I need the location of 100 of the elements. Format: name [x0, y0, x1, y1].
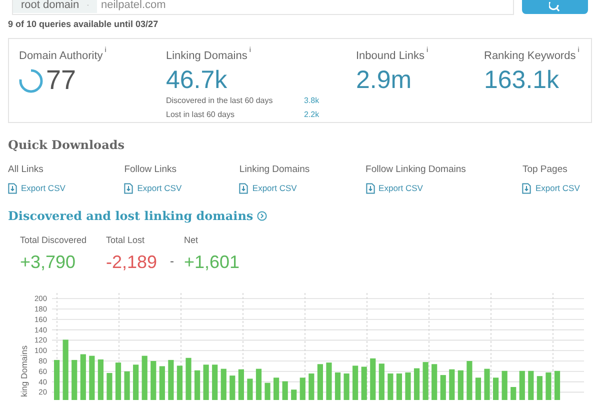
axis-title: king Domains — [19, 346, 29, 397]
export-csv-link[interactable]: Export CSV — [137, 182, 182, 194]
bar — [230, 376, 236, 400]
bar — [159, 366, 165, 400]
bar — [388, 373, 394, 400]
bar — [133, 364, 139, 400]
total-label: Net — [184, 234, 198, 246]
bar — [510, 387, 516, 400]
bar — [458, 370, 464, 400]
bar — [247, 378, 253, 400]
bar — [493, 378, 499, 400]
download-file-icon — [366, 182, 375, 194]
download-file-icon — [239, 182, 248, 194]
bar — [80, 354, 86, 400]
export-csv-link[interactable]: Export CSV — [535, 182, 580, 194]
bar — [194, 370, 200, 400]
bar — [502, 370, 508, 400]
bar — [150, 361, 156, 400]
metric-value: 2.9m — [356, 68, 413, 93]
download-label: Linking Domains — [239, 162, 311, 176]
bar — [352, 366, 358, 400]
metric-label: Linking Domains — [166, 48, 248, 64]
bar — [72, 360, 78, 400]
bar — [282, 381, 288, 400]
bar — [528, 370, 534, 400]
download-file-icon — [8, 182, 17, 194]
bar — [405, 372, 411, 400]
metric-label: Ranking Keywords — [484, 48, 576, 64]
search-button[interactable] — [522, 0, 588, 14]
bar — [422, 362, 428, 400]
bar — [124, 371, 130, 400]
bar — [54, 360, 60, 400]
bar — [344, 373, 350, 400]
bar — [62, 340, 68, 400]
total-label: Total Discovered — [20, 234, 87, 246]
export-csv-link[interactable]: Export CSV — [21, 182, 66, 194]
bar — [466, 361, 472, 400]
total-value: +3,790 — [20, 253, 76, 271]
bar — [475, 378, 482, 400]
bar — [414, 368, 420, 400]
download-file-icon — [124, 182, 134, 194]
export-csv-link[interactable]: Export CSV — [378, 182, 423, 194]
download-label: All Links — [8, 162, 44, 176]
quota-text: 9 of 10 queries available until 03/27 — [7, 18, 160, 31]
bar — [98, 359, 104, 400]
section-title: Discovered and lost linking domains — [8, 208, 254, 224]
bar — [300, 378, 306, 400]
bar — [106, 372, 112, 400]
detail-label: Lost in last 60 days — [166, 109, 236, 121]
scope-dropdown[interactable]: root domain — [13, 0, 97, 13]
download-label: Follow Links — [124, 162, 178, 176]
bar — [291, 390, 297, 400]
bar — [432, 364, 438, 400]
detail-value: 3.8k — [304, 95, 320, 107]
detail-value: 2.2k — [304, 109, 320, 121]
bar — [536, 376, 542, 400]
bar — [440, 375, 446, 400]
section-title: Quick Downloads — [8, 136, 126, 154]
bar — [317, 364, 323, 400]
bar — [115, 362, 122, 400]
bar — [176, 366, 183, 400]
bar — [334, 372, 341, 400]
metric-label: Domain Authority — [19, 48, 103, 64]
metric-value: 46.7k — [166, 68, 228, 93]
bar — [361, 366, 367, 400]
separator-text: - — [170, 252, 175, 270]
bar — [168, 360, 174, 400]
bar — [370, 358, 376, 400]
bar — [212, 364, 218, 400]
total-value: +1,601 — [184, 253, 240, 271]
info-circle-icon — [257, 210, 268, 220]
download-label: Top Pages — [522, 162, 568, 176]
score-ring — [19, 68, 43, 92]
export-csv-link[interactable]: Export CSV — [252, 182, 297, 194]
bar — [142, 356, 148, 400]
bar — [186, 358, 192, 400]
bar — [484, 368, 490, 400]
download-label: Follow Linking Domains — [366, 162, 467, 176]
bar — [308, 373, 314, 400]
bar — [256, 368, 262, 400]
download-file-icon — [522, 182, 532, 194]
bar — [546, 372, 552, 400]
bar — [89, 356, 95, 400]
bar — [554, 370, 560, 400]
bar — [238, 369, 244, 400]
search-icon — [549, 2, 561, 12]
total-value: -2,189 — [106, 253, 158, 271]
bar — [274, 378, 280, 400]
total-label: Total Lost — [106, 234, 145, 246]
metric-value: 77 — [46, 67, 76, 94]
bar — [519, 370, 525, 400]
bar — [220, 368, 226, 400]
bar — [396, 373, 402, 400]
bar — [326, 362, 332, 400]
bar — [449, 369, 455, 400]
metric-value: 163.1k — [484, 68, 560, 93]
detail-label: Discovered in the last 60 days — [166, 95, 274, 107]
metric-label: Inbound Links — [356, 48, 424, 64]
bar — [378, 364, 384, 400]
bar — [264, 382, 270, 400]
